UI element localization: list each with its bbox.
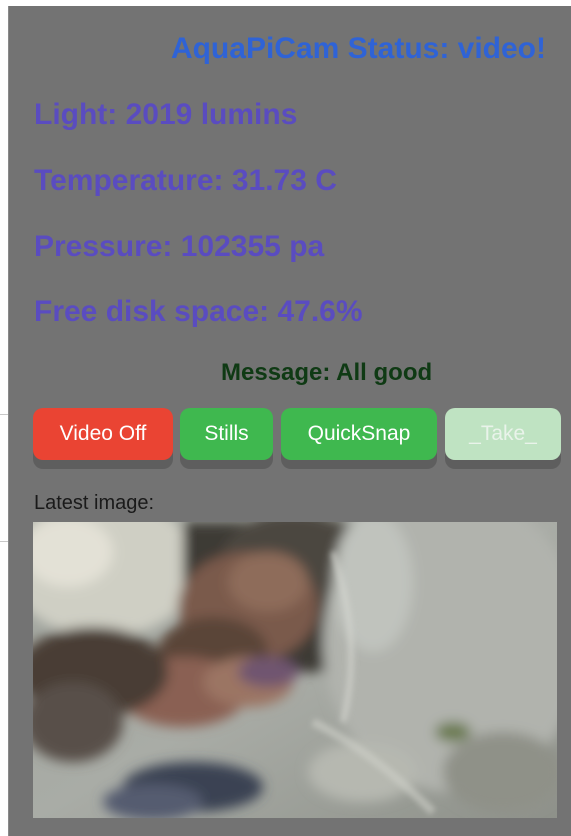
pressure-reading: Pressure: 102355 pa xyxy=(34,230,325,263)
temperature-reading: Temperature: 31.73 C xyxy=(34,164,337,197)
page: AquaPiCam Status: video! Light: 2019 lum… xyxy=(0,0,571,836)
underwater-crab-photo xyxy=(33,522,557,818)
page-title: AquaPiCam Status: video! xyxy=(170,32,546,65)
video-off-button[interactable]: Video Off xyxy=(33,408,173,460)
latest-image xyxy=(33,522,557,818)
control-buttons: Video Off Stills QuickSnap _Take_ xyxy=(33,408,563,472)
latest-image-label: Latest image: xyxy=(34,492,155,514)
status-panel: AquaPiCam Status: video! Light: 2019 lum… xyxy=(8,6,571,836)
disk-space-reading: Free disk space: 47.6% xyxy=(34,295,363,328)
stills-button[interactable]: Stills xyxy=(180,408,273,460)
quicksnap-button[interactable]: QuickSnap xyxy=(281,408,437,460)
status-message: Message: All good xyxy=(221,359,433,386)
take-button[interactable]: _Take_ xyxy=(445,408,561,460)
light-reading: Light: 2019 lumins xyxy=(34,98,298,131)
